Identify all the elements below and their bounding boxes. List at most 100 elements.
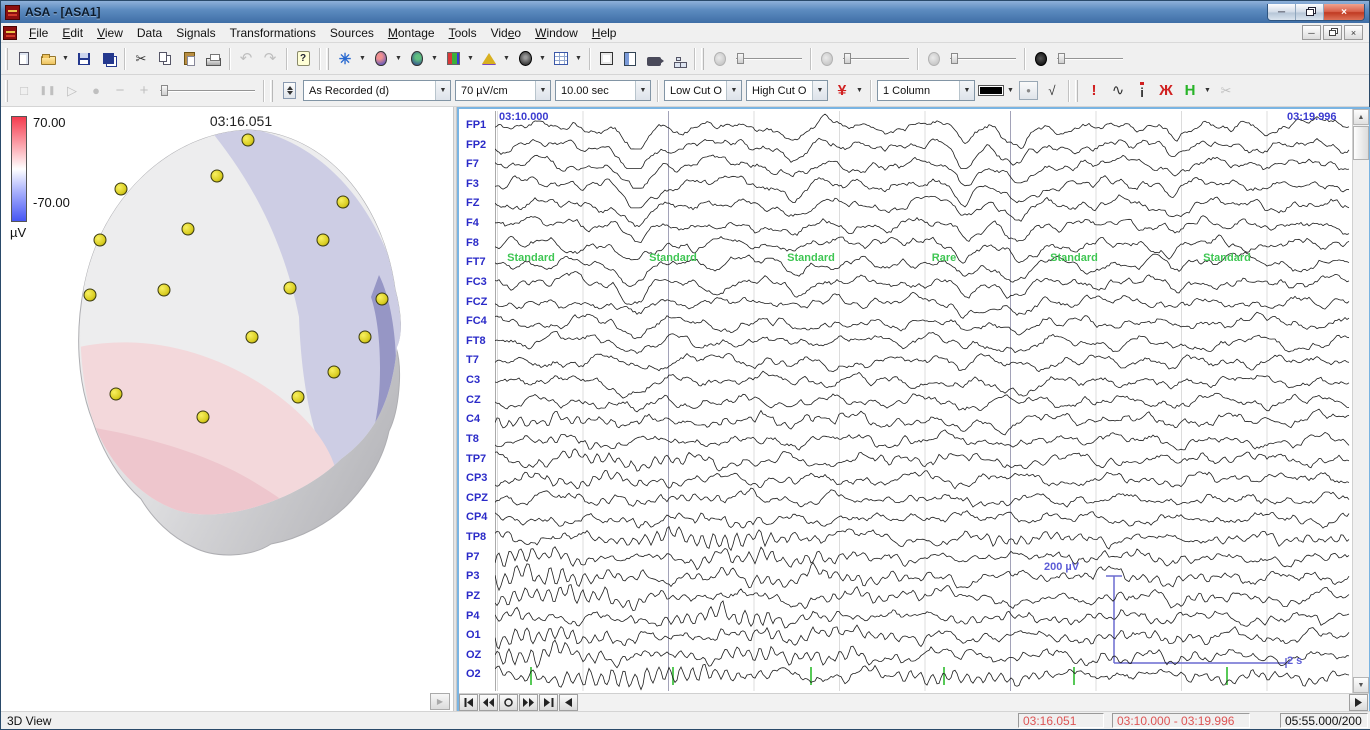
channel-label-fz[interactable]: FZ (466, 197, 498, 209)
horizontal-scroll-track[interactable] (579, 694, 1349, 711)
menu-item-data[interactable]: Data (130, 24, 169, 42)
menu-item-transformations[interactable]: Transformations (223, 24, 323, 42)
channel-label-p4[interactable]: P4 (466, 610, 498, 622)
channel-label-cz[interactable]: CZ (466, 394, 498, 406)
maps-dropdown[interactable]: ▼ (465, 47, 476, 70)
menu-item-tools[interactable]: Tools (442, 24, 484, 42)
map-2d-button[interactable] (406, 47, 428, 70)
mdi-close-button[interactable]: × (1344, 25, 1363, 40)
chevron-down-icon[interactable]: ▼ (726, 81, 741, 100)
menu-item-edit[interactable]: Edit (55, 24, 90, 42)
electrode-marker[interactable] (94, 234, 106, 246)
video-button[interactable] (643, 47, 665, 70)
channel-label-cp4[interactable]: CP4 (466, 511, 498, 523)
toolbar-grip[interactable] (270, 80, 273, 102)
full-view-button[interactable] (595, 47, 617, 70)
vertical-scrollbar[interactable]: ▲ ▼ (1352, 109, 1369, 693)
save-all-button[interactable] (97, 47, 119, 70)
save-button[interactable] (73, 47, 95, 70)
map-3d-dropdown[interactable]: ▼ (393, 47, 404, 70)
channel-label-fp2[interactable]: FP2 (466, 139, 498, 151)
menu-item-video[interactable]: Video (484, 24, 529, 42)
go-first-button[interactable] (459, 694, 478, 711)
chevron-down-icon[interactable]: ▼ (812, 81, 827, 100)
channel-label-f7[interactable]: F7 (466, 158, 498, 170)
notch-filter-button[interactable]: ¥ (831, 79, 853, 102)
electrode-marker[interactable] (182, 223, 194, 235)
electrode-marker[interactable] (328, 366, 340, 378)
eeg-panel[interactable]: FP1FP2F7F3FZF4F8FT7FC3FCZFC4FT8T7C3CZC4T… (457, 107, 1370, 713)
channel-label-f8[interactable]: F8 (466, 237, 498, 249)
channel-label-fc3[interactable]: FC3 (466, 276, 498, 288)
scroll-down-button[interactable]: ▼ (1353, 677, 1369, 693)
electrode-marker[interactable] (110, 388, 122, 400)
print-button[interactable] (202, 47, 224, 70)
menu-item-file[interactable]: File (22, 24, 55, 42)
electrode-marker[interactable] (337, 196, 349, 208)
table-dropdown[interactable]: ▼ (573, 47, 584, 70)
minimize-button[interactable]: ─ (1268, 4, 1296, 21)
reject-button[interactable]: Ж (1155, 79, 1177, 102)
page-right-button[interactable] (1349, 694, 1368, 711)
marker-dropdown[interactable]: ▼ (1202, 79, 1213, 102)
map-2d-dropdown[interactable]: ▼ (429, 47, 440, 70)
channel-label-ft8[interactable]: FT8 (466, 335, 498, 347)
apply-button[interactable]: √ (1041, 79, 1063, 102)
fast-forward-button[interactable] (519, 694, 538, 711)
dot-toggle-button[interactable]: ● (1019, 81, 1038, 100)
table-view-button[interactable] (550, 47, 572, 70)
open-button[interactable] (37, 47, 59, 70)
contour-button[interactable] (478, 47, 500, 70)
channel-label-p3[interactable]: P3 (466, 570, 498, 582)
channel-label-fcz[interactable]: FCZ (466, 296, 498, 308)
low-cut-select[interactable]: Low Cut O ▼ (664, 80, 742, 101)
timebase-select[interactable]: 10.00 sec ▼ (555, 80, 651, 101)
go-last-button[interactable] (539, 694, 558, 711)
pane-scroll-right-button[interactable]: ▶ (430, 693, 450, 710)
electrode-marker[interactable] (242, 134, 254, 146)
channel-label-tp8[interactable]: TP8 (466, 531, 498, 543)
chevron-down-icon[interactable]: ▼ (635, 81, 650, 100)
menu-item-help[interactable]: Help (585, 24, 624, 42)
channel-label-ft7[interactable]: FT7 (466, 256, 498, 268)
fast-backward-button[interactable] (479, 694, 498, 711)
marker-button[interactable]: H (1179, 79, 1201, 102)
channel-label-fc4[interactable]: FC4 (466, 315, 498, 327)
copy-button[interactable] (154, 47, 176, 70)
play-pause-review-button[interactable] (499, 694, 518, 711)
overlay4-button[interactable] (1030, 47, 1052, 70)
channel-label-t8[interactable]: T8 (466, 433, 498, 445)
chevron-down-icon[interactable]: ▼ (959, 81, 974, 100)
chevron-down-icon[interactable]: ▼ (535, 81, 550, 100)
electrode-marker[interactable] (197, 411, 209, 423)
page-left-button[interactable] (559, 694, 578, 711)
mri-view-button[interactable] (514, 47, 536, 70)
channel-label-cp3[interactable]: CP3 (466, 472, 498, 484)
electrode-marker[interactable] (317, 234, 329, 246)
channel-label-pz[interactable]: PZ (466, 590, 498, 602)
restore-button[interactable] (1296, 4, 1324, 21)
overlay4-slider[interactable] (1057, 51, 1123, 67)
toolbar-grip[interactable] (701, 48, 704, 70)
open-dropdown[interactable]: ▼ (60, 47, 71, 70)
sensitivity-select[interactable]: 70 µV/cm ▼ (455, 80, 551, 101)
contour-dropdown[interactable]: ▼ (501, 47, 512, 70)
electrode-marker[interactable] (292, 391, 304, 403)
new-button[interactable] (13, 47, 35, 70)
maps-button[interactable] (442, 47, 464, 70)
signal-display-button[interactable]: ✳ (334, 47, 356, 70)
channel-label-oz[interactable]: OZ (466, 649, 498, 661)
channel-label-c4[interactable]: C4 (466, 413, 498, 425)
toolbar-grip[interactable] (5, 80, 8, 102)
electrode-marker[interactable] (211, 170, 223, 182)
title-bar[interactable]: ASA - [ASA1] ─ × (1, 1, 1369, 23)
menu-item-window[interactable]: Window (528, 24, 585, 42)
mri-dropdown[interactable]: ▼ (537, 47, 548, 70)
trace-color-button[interactable] (978, 79, 1004, 102)
head-3d-model[interactable] (1, 107, 453, 682)
electrode-marker[interactable] (115, 183, 127, 195)
montage-select[interactable]: As Recorded (d) ▼ (303, 80, 451, 101)
columns-select[interactable]: 1 Column ▼ (877, 80, 975, 101)
electrode-marker[interactable] (284, 282, 296, 294)
toolbar-grip[interactable] (1075, 80, 1078, 102)
